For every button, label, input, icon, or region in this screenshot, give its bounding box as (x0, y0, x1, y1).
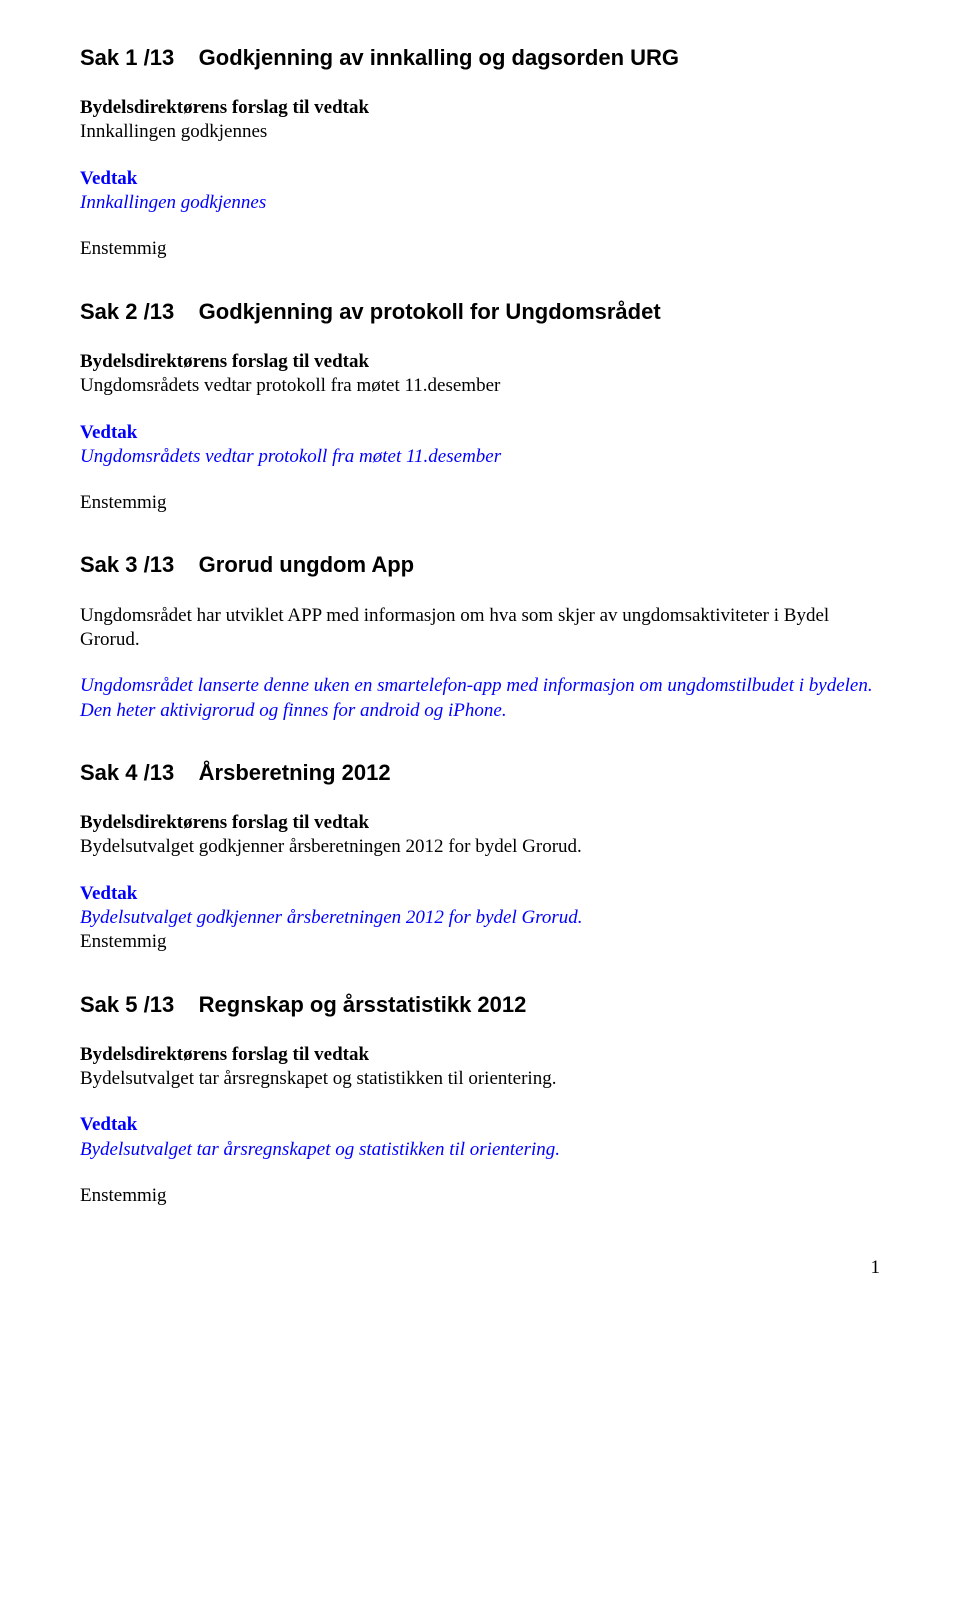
sak2-heading: Sak 2 /13 Godkjenning av protokoll for U… (80, 298, 880, 326)
sak4-forslag-label: Bydelsdirektørens forslag til vedtak (80, 811, 880, 835)
page-number: 1 (80, 1256, 880, 1280)
sak5-forslag-label: Bydelsdirektørens forslag til vedtak (80, 1043, 880, 1067)
sak5-vedtak-text: Bydelsutvalget tar årsregnskapet og stat… (80, 1138, 880, 1162)
sak1-forslag-label: Bydelsdirektørens forslag til vedtak (80, 96, 880, 120)
sak5-vedtak-label: Vedtak (80, 1113, 880, 1137)
sak3-italic-text: Ungdomsrådet lanserte denne uken en smar… (80, 674, 880, 723)
sak5-forslag-block: Bydelsdirektørens forslag til vedtak Byd… (80, 1043, 880, 1092)
sak1-enstemmig: Enstemmig (80, 237, 880, 261)
sak1-vedtak-label: Vedtak (80, 167, 880, 191)
sak3-body-block: Ungdomsrådet har utviklet APP med inform… (80, 604, 880, 653)
sak5-enstemmig-block: Enstemmig (80, 1184, 880, 1208)
sak3-num: Sak 3 /13 (80, 551, 174, 579)
sak2-forslag-text: Ungdomsrådets vedtar protokoll fra møtet… (80, 374, 880, 398)
sak5-vedtak-block: Vedtak Bydelsutvalget tar årsregnskapet … (80, 1113, 880, 1162)
sak4-vedtak-block: Vedtak Bydelsutvalget godkjenner årsbere… (80, 882, 880, 955)
sak5-enstemmig: Enstemmig (80, 1184, 880, 1208)
sak4-title: Årsberetning 2012 (199, 759, 391, 787)
sak4-vedtak-label: Vedtak (80, 882, 880, 906)
sak2-enstemmig-block: Enstemmig (80, 491, 880, 515)
sak3-italic-block: Ungdomsrådet lanserte denne uken en smar… (80, 674, 880, 723)
sak3-title: Grorud ungdom App (199, 551, 414, 579)
sak4-num: Sak 4 /13 (80, 759, 174, 787)
sak1-enstemmig-block: Enstemmig (80, 237, 880, 261)
sak1-title: Godkjenning av innkalling og dagsorden U… (199, 44, 679, 72)
sak2-vedtak-block: Vedtak Ungdomsrådets vedtar protokoll fr… (80, 421, 880, 470)
sak2-vedtak-label: Vedtak (80, 421, 880, 445)
sak4-heading: Sak 4 /13 Årsberetning 2012 (80, 759, 880, 787)
sak3-heading: Sak 3 /13 Grorud ungdom App (80, 551, 880, 579)
sak1-vedtak-block: Vedtak Innkallingen godkjennes (80, 167, 880, 216)
sak4-forslag-text: Bydelsutvalget godkjenner årsberetningen… (80, 835, 880, 859)
sak1-vedtak-text: Innkallingen godkjennes (80, 191, 880, 215)
sak2-vedtak-text: Ungdomsrådets vedtar protokoll fra møtet… (80, 445, 880, 469)
sak2-enstemmig: Enstemmig (80, 491, 880, 515)
sak4-vedtak-text: Bydelsutvalget godkjenner årsberetningen… (80, 906, 880, 930)
sak5-forslag-text: Bydelsutvalget tar årsregnskapet og stat… (80, 1067, 880, 1091)
sak1-heading: Sak 1 /13 Godkjenning av innkalling og d… (80, 44, 880, 72)
sak1-forslag-block: Bydelsdirektørens forslag til vedtak Inn… (80, 96, 880, 145)
sak2-num: Sak 2 /13 (80, 298, 174, 326)
sak2-forslag-label: Bydelsdirektørens forslag til vedtak (80, 350, 880, 374)
sak1-num: Sak 1 /13 (80, 44, 174, 72)
sak5-num: Sak 5 /13 (80, 991, 174, 1019)
sak4-enstemmig: Enstemmig (80, 930, 880, 954)
sak2-forslag-block: Bydelsdirektørens forslag til vedtak Ung… (80, 350, 880, 399)
sak1-forslag-text: Innkallingen godkjennes (80, 120, 880, 144)
sak5-heading: Sak 5 /13 Regnskap og årsstatistikk 2012 (80, 991, 880, 1019)
sak2-title: Godkjenning av protokoll for Ungdomsråde… (199, 298, 661, 326)
sak4-forslag-block: Bydelsdirektørens forslag til vedtak Byd… (80, 811, 880, 860)
sak5-title: Regnskap og årsstatistikk 2012 (199, 991, 527, 1019)
sak3-body-text: Ungdomsrådet har utviklet APP med inform… (80, 604, 880, 653)
